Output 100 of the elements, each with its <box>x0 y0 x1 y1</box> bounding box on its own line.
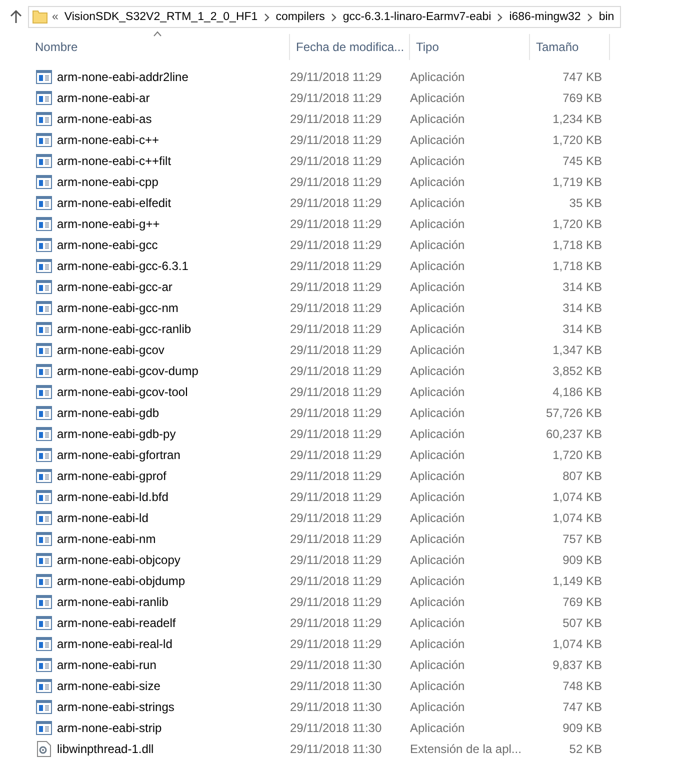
overflow-chevrons[interactable]: « <box>52 11 58 23</box>
file-size: 1,149 KB <box>552 574 602 588</box>
file-name[interactable]: arm-none-eabi-elfedit <box>57 196 290 210</box>
file-size: 769 KB <box>562 594 602 608</box>
modified-date: 29/11/2018 11:29 <box>290 300 383 314</box>
file-type: Aplicación <box>410 636 466 650</box>
file-size: 757 KB <box>562 532 602 546</box>
file-size: 1,234 KB <box>552 112 602 126</box>
application-icon <box>36 406 52 420</box>
file-name[interactable]: arm-none-eabi-cpp <box>57 174 290 188</box>
file-name[interactable]: arm-none-eabi-objdump <box>57 574 290 588</box>
gear-document-icon <box>37 740 51 756</box>
file-name[interactable]: arm-none-eabi-real-ld <box>57 636 290 650</box>
file-type: Aplicación <box>410 258 466 272</box>
file-type: Aplicación <box>410 132 466 146</box>
file-type: Aplicación <box>410 238 466 252</box>
file-name[interactable]: arm-none-eabi-as <box>57 112 290 126</box>
up-arrow-icon[interactable] <box>8 9 24 25</box>
modified-date: 29/11/2018 11:29 <box>290 174 383 188</box>
file-type: Aplicación <box>410 406 466 420</box>
address-bar[interactable]: « VisionSDK_S32V2_RTM_1_2_0_HF1 compilers gcc-6.3.1-linaro-Earmv7-eabi i686-mingw32 bin <box>28 6 622 28</box>
modified-date: 29/11/2018 11:30 <box>290 658 383 672</box>
application-icon <box>36 132 52 146</box>
application-icon <box>36 468 52 482</box>
column-header[interactable]: Tipo <box>410 34 530 60</box>
file-size: 1,074 KB <box>552 490 602 504</box>
file-name[interactable]: arm-none-eabi-gcc-nm <box>57 300 290 314</box>
modified-date: 29/11/2018 11:29 <box>290 70 383 84</box>
file-size: 909 KB <box>562 552 602 566</box>
application-icon <box>36 552 52 566</box>
column-header[interactable]: Fecha de modifica... <box>290 34 410 60</box>
file-name[interactable]: arm-none-eabi-gprof <box>57 468 290 482</box>
file-name[interactable]: arm-none-eabi-ranlib <box>57 594 290 608</box>
file-name[interactable]: arm-none-eabi-g++ <box>57 216 290 230</box>
file-size: 1,720 KB <box>552 132 602 146</box>
file-size: 1,074 KB <box>552 510 602 524</box>
file-type: Aplicación <box>410 174 466 188</box>
file-type: Aplicación <box>410 700 466 714</box>
application-icon <box>36 70 52 84</box>
file-name[interactable]: arm-none-eabi-run <box>57 658 290 672</box>
file-type: Aplicación <box>410 90 466 104</box>
file-type: Aplicación <box>410 154 466 168</box>
breadcrumb[interactable]: VisionSDK_S32V2_RTM_1_2_0_HF1 <box>64 11 258 23</box>
file-name[interactable]: arm-none-eabi-strings <box>57 700 290 714</box>
file-name[interactable]: arm-none-eabi-ld.bfd <box>57 490 290 504</box>
file-name[interactable]: arm-none-eabi-objcopy <box>57 552 290 566</box>
file-name[interactable]: arm-none-eabi-gfortran <box>57 448 290 462</box>
file-name[interactable]: arm-none-eabi-gcov-tool <box>57 384 290 398</box>
file-size: 1,719 KB <box>552 174 602 188</box>
chevron-icon <box>264 12 270 22</box>
file-name[interactable]: arm-none-eabi-gcc-ranlib <box>57 322 290 336</box>
modified-date: 29/11/2018 11:29 <box>290 216 383 230</box>
file-name[interactable]: libwinpthread-1.dll <box>57 742 290 756</box>
modified-date: 29/11/2018 11:29 <box>290 636 383 650</box>
application-icon <box>36 112 52 126</box>
breadcrumb[interactable]: bin <box>598 11 614 23</box>
file-name[interactable]: arm-none-eabi-c++filt <box>57 154 290 168</box>
file-size: 9,837 KB <box>552 658 602 672</box>
modified-date: 29/11/2018 11:29 <box>290 510 383 524</box>
application-icon <box>36 658 52 672</box>
application-icon <box>36 300 52 314</box>
breadcrumb[interactable]: compilers <box>276 11 325 23</box>
file-name[interactable]: arm-none-eabi-gcc-6.3.1 <box>57 258 290 272</box>
file-name[interactable]: arm-none-eabi-size <box>57 678 290 692</box>
file-name[interactable]: arm-none-eabi-strip <box>57 720 290 734</box>
modified-date: 29/11/2018 11:29 <box>290 574 383 588</box>
breadcrumb[interactable]: gcc-6.3.1-linaro-Earmv7-eabi <box>342 11 492 23</box>
application-icon <box>36 238 52 252</box>
file-type: Aplicación <box>410 678 466 692</box>
modified-date: 29/11/2018 11:29 <box>290 532 383 546</box>
breadcrumb[interactable]: i686-mingw32 <box>509 11 581 23</box>
modified-date: 29/11/2018 11:29 <box>290 90 383 104</box>
modified-date: 29/11/2018 11:29 <box>290 322 383 336</box>
column-header[interactable]: Nombre <box>0 34 290 60</box>
application-icon <box>36 594 52 608</box>
application-icon <box>36 280 52 294</box>
modified-date: 29/11/2018 11:30 <box>290 678 383 692</box>
file-type: Aplicación <box>410 280 466 294</box>
file-name[interactable]: arm-none-eabi-readelf <box>57 616 290 630</box>
file-type: Aplicación <box>410 426 466 440</box>
file-type: Aplicación <box>410 594 466 608</box>
file-name[interactable]: arm-none-eabi-addr2line <box>57 70 290 84</box>
file-name[interactable]: arm-none-eabi-ld <box>57 510 290 524</box>
file-name[interactable]: arm-none-eabi-gcc <box>57 238 290 252</box>
modified-date: 29/11/2018 11:29 <box>290 490 383 504</box>
modified-date: 29/11/2018 11:29 <box>290 552 383 566</box>
file-name[interactable]: arm-none-eabi-gdb <box>57 406 290 420</box>
file-name[interactable]: arm-none-eabi-nm <box>57 532 290 546</box>
file-name[interactable]: arm-none-eabi-ar <box>57 90 290 104</box>
file-size: 1,347 KB <box>552 342 602 356</box>
file-type: Extensión de la apl... <box>410 742 522 756</box>
file-name[interactable]: arm-none-eabi-gdb-py <box>57 426 290 440</box>
column-header[interactable]: Tamaño <box>530 34 610 60</box>
file-name[interactable]: arm-none-eabi-gcc-ar <box>57 280 290 294</box>
modified-date: 29/11/2018 11:29 <box>290 154 383 168</box>
application-icon <box>36 342 52 356</box>
file-name[interactable]: arm-none-eabi-c++ <box>57 132 290 146</box>
file-name[interactable]: arm-none-eabi-gcov-dump <box>57 364 290 378</box>
file-size: 1,720 KB <box>552 448 602 462</box>
file-name[interactable]: arm-none-eabi-gcov <box>57 342 290 356</box>
